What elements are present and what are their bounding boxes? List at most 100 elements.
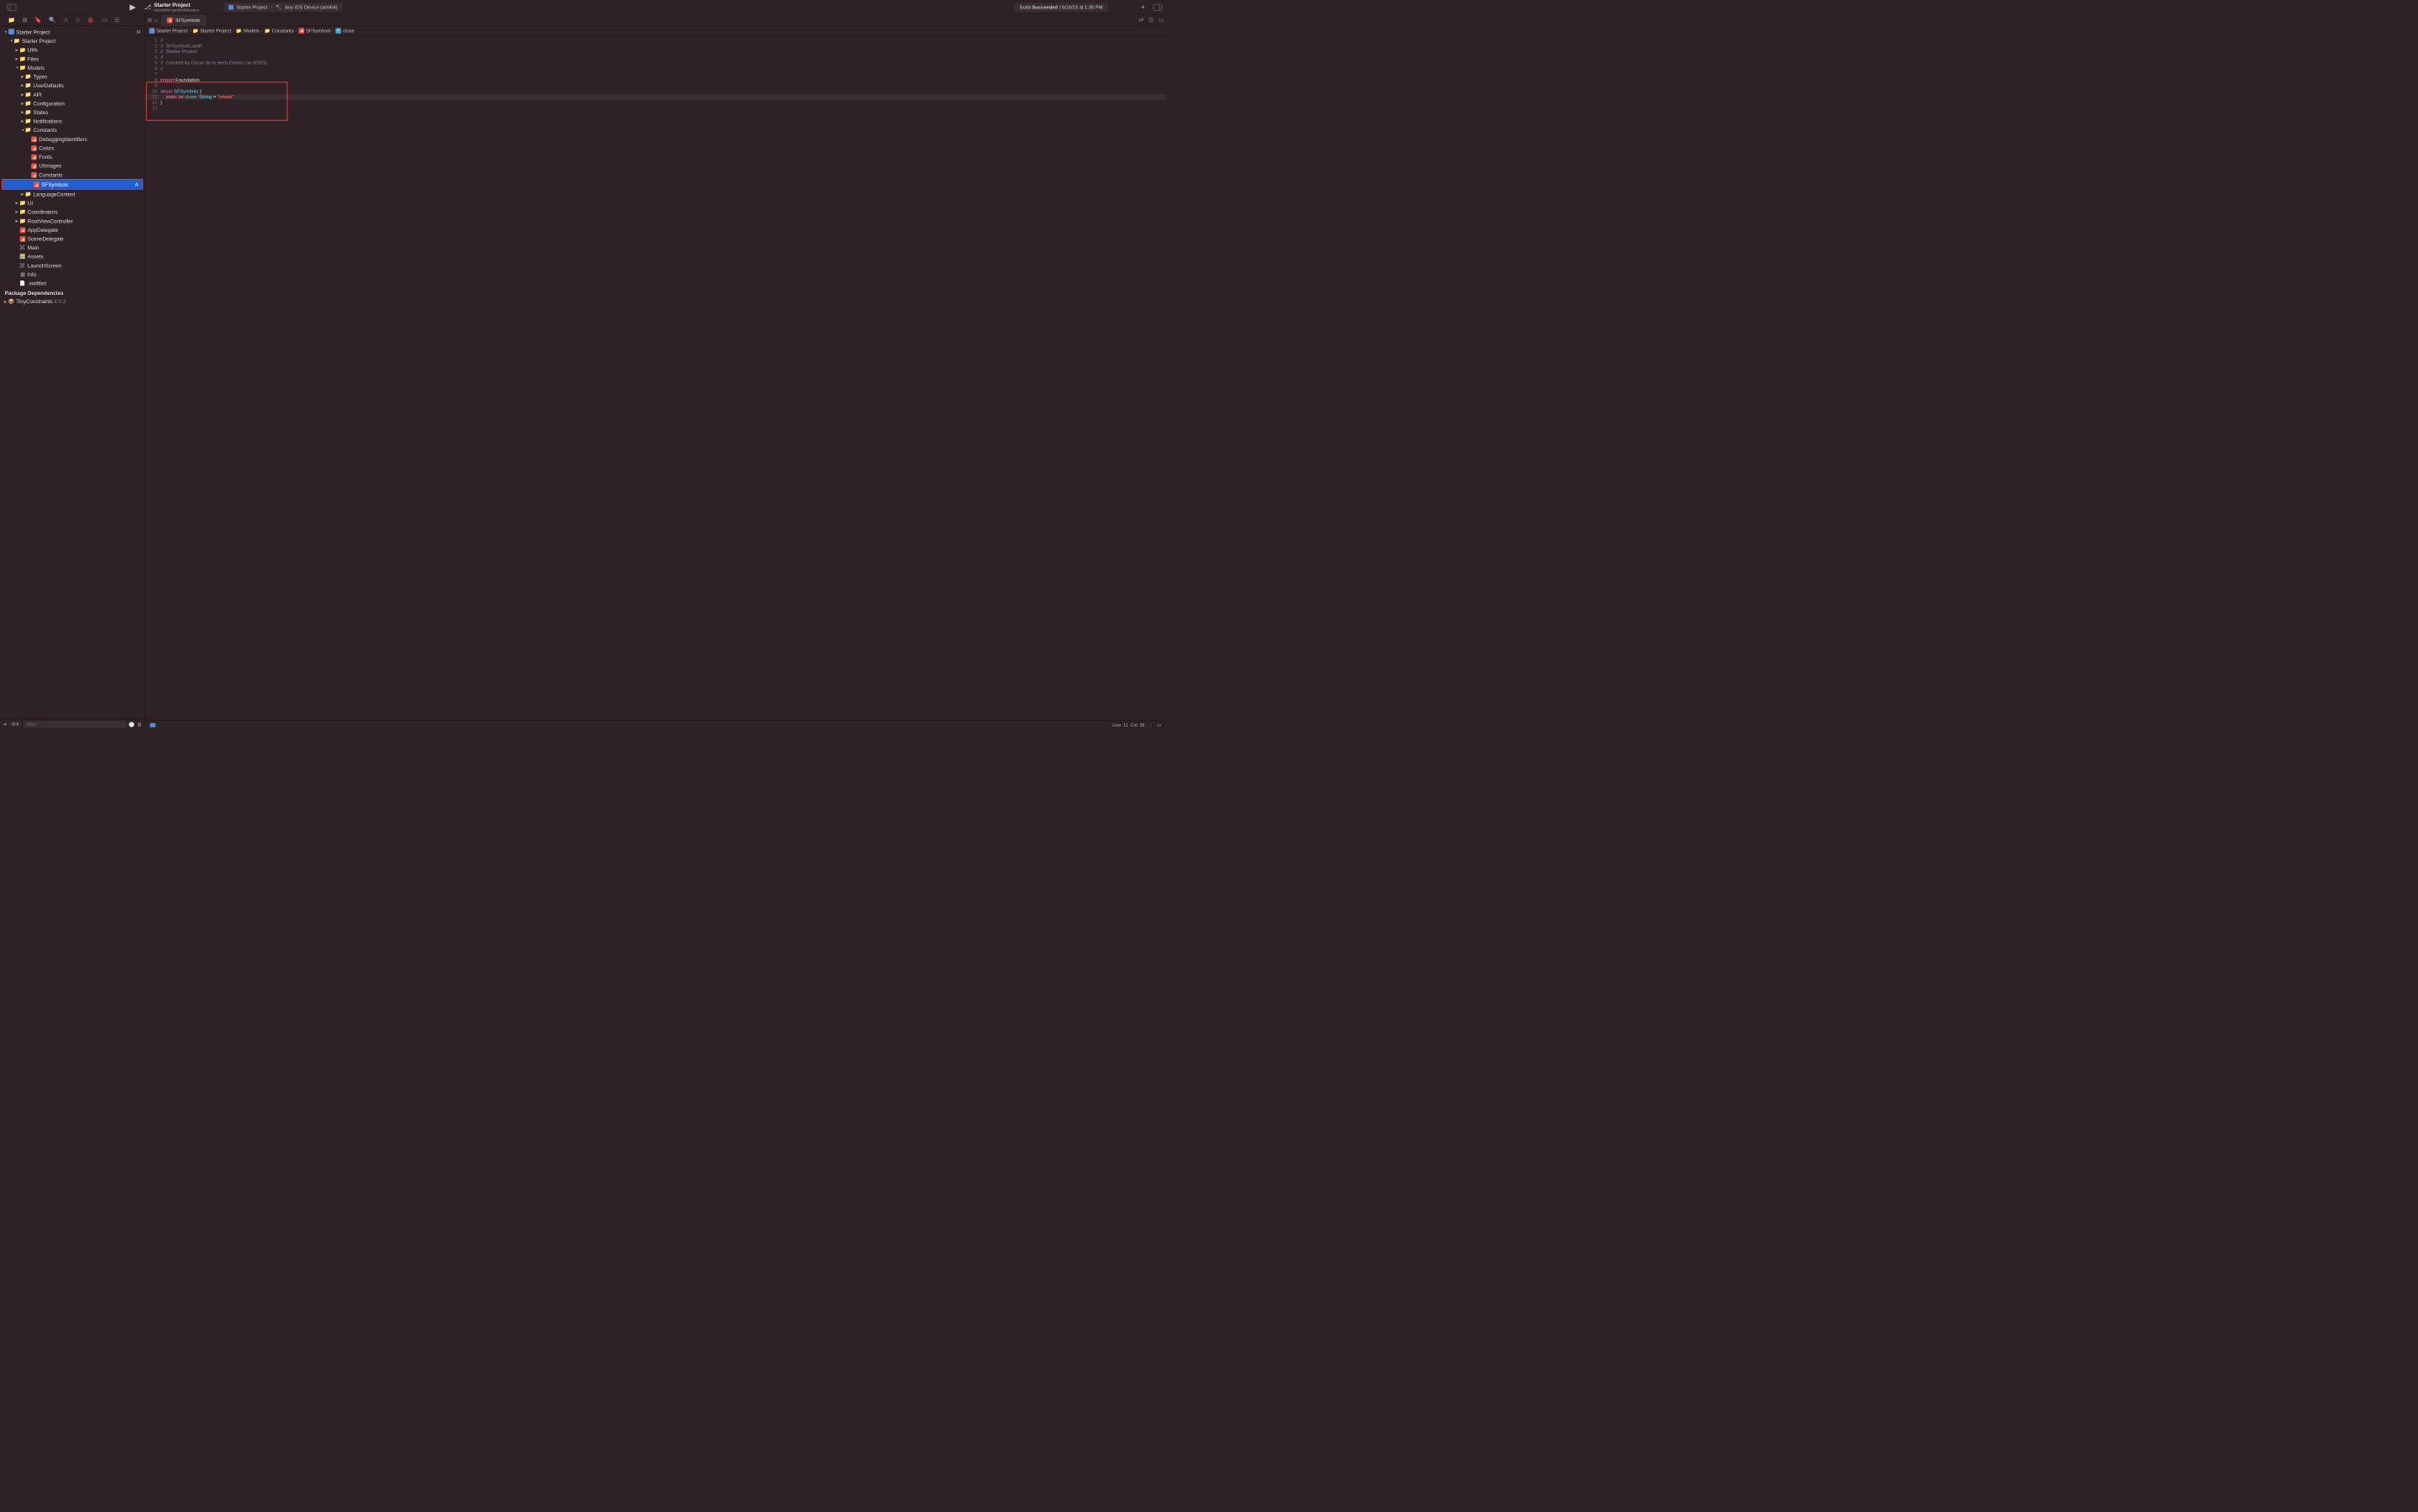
tree-label: Starter Project [22, 38, 55, 44]
jump-seg[interactable]: Models [244, 28, 260, 34]
jump-seg[interactable]: Constants [272, 28, 294, 34]
tree-folder[interactable]: ▼📁Constants [0, 126, 145, 135]
disclosure-icon[interactable]: ▶ [21, 101, 24, 105]
tree-label: Constants [39, 171, 62, 177]
recent-icon[interactable]: 🕘 [129, 722, 134, 727]
right-sidebar-toggle[interactable] [1154, 4, 1163, 11]
tree-file[interactable]: 🖼️Assets [0, 252, 145, 261]
minimap-icon[interactable]: ☰ [1149, 17, 1154, 24]
source-control-tab[interactable]: ⊠ [23, 17, 28, 24]
disclosure-icon[interactable]: ▶ [21, 192, 24, 196]
tree-folder[interactable]: ▶📁UserDefaults [0, 81, 145, 90]
tree-folder[interactable]: ▶📁API [0, 90, 145, 99]
tree-folder[interactable]: ▶📁RootViewController [0, 217, 145, 226]
editor-tab[interactable]: ◢ SFSymbols [161, 14, 206, 26]
add-file-button[interactable]: + [3, 721, 8, 728]
tree-file-selected[interactable]: ◢ SFSymbols A [3, 180, 142, 189]
editor-options-icon[interactable]: ▭ [1159, 17, 1164, 24]
tree-label: UI [28, 200, 33, 206]
changes-icon[interactable]: ⇄ [1138, 17, 1143, 24]
scm-filter-icon[interactable]: ⊞ [137, 722, 141, 727]
bookmarks-tab[interactable]: 🔖 [34, 17, 41, 24]
tree-file[interactable]: ✖️Main [0, 243, 145, 252]
tree-file[interactable]: ◢Constants [0, 171, 145, 180]
folder-icon: 📁 [236, 28, 242, 34]
folder-icon: 📁 [25, 118, 32, 124]
tree-folder[interactable]: ▼ 📁 Starter Project [0, 36, 145, 45]
tree-label: UserDefaults [34, 82, 64, 88]
code-line: // SFSymbols.swift [160, 43, 1166, 49]
breakpoints-tab[interactable]: ▭ [102, 17, 107, 24]
project-navigator-tab[interactable]: 📁 [8, 17, 15, 24]
tree-folder[interactable]: ▶📁Files [0, 55, 145, 64]
project-folder-icon[interactable] [150, 723, 155, 727]
tree-folder[interactable]: ▶📁LanguageContent [0, 190, 145, 199]
disclosure-icon[interactable]: ▶ [15, 56, 18, 60]
run-button[interactable]: ▶ [129, 2, 135, 12]
line-number: 9 [145, 82, 160, 88]
code-editor[interactable]: 1// 2// SFSymbols.swift 3// Starter Proj… [145, 35, 1166, 720]
tree-file[interactable]: ◢Colors [0, 144, 145, 153]
add-button[interactable]: + [1141, 3, 1145, 11]
build-time: 6/16/23 at 1:35 PM [1062, 4, 1103, 10]
forward-button[interactable]: › [156, 17, 158, 24]
tree-folder[interactable]: ▶📁Types [0, 72, 145, 81]
debug-tab[interactable]: 🐞 [87, 17, 94, 24]
tree-folder[interactable]: ▶📁Configuration [0, 99, 145, 108]
line-number: 10 [145, 88, 160, 94]
tree-file[interactable]: ◢UIImages [0, 161, 145, 171]
disclosure-icon[interactable]: ▼ [10, 39, 13, 43]
find-tab[interactable]: 🔍 [49, 17, 55, 24]
disclosure-icon[interactable]: ▶ [21, 92, 24, 97]
jump-seg[interactable]: SFSymbols [306, 28, 331, 34]
disclosure-icon[interactable]: ▶ [15, 48, 18, 52]
tree-file[interactable]: ◢AppDelegate [0, 225, 145, 234]
disclosure-icon[interactable]: ▶ [4, 299, 8, 303]
line-number: 7 [145, 71, 160, 77]
code-line: import Foundation [160, 77, 1166, 83]
tree-folder[interactable]: ▶📁Utils [0, 45, 145, 55]
tree-folder[interactable]: ▶📁Coordinators [0, 207, 145, 217]
filter-toggle[interactable]: ⊜ ▾ [9, 722, 21, 727]
tree-folder[interactable]: ▼📁Models [0, 63, 145, 72]
tree-root[interactable]: ▼ Starter Project M [0, 28, 145, 37]
storyboard-icon: ✖️ [19, 263, 26, 269]
jump-seg[interactable]: Starter Project [200, 28, 231, 34]
package-item[interactable]: ▶ 📦 TinyConstraints 4.0.2 [0, 297, 145, 307]
tree-file[interactable]: 📄.swiftlint [0, 279, 145, 288]
jump-seg[interactable]: close [343, 28, 355, 34]
hammer-icon: 🔨 [276, 4, 281, 10]
tree-folder[interactable]: ▶📁States [0, 108, 145, 117]
disclosure-icon[interactable]: ▶ [15, 218, 18, 223]
jump-bar[interactable]: Starter Project› 📁Starter Project› 📁Mode… [145, 26, 1166, 36]
jump-seg[interactable]: Starter Project [156, 28, 187, 34]
scheme-selector[interactable]: Starter Project › 🔨 Any iOS Device (arm6… [223, 3, 342, 12]
issues-tab[interactable]: ⚠ [63, 17, 68, 24]
disclosure-icon[interactable]: ▶ [21, 75, 24, 79]
reports-tab[interactable]: ☰ [114, 17, 119, 24]
related-items-icon[interactable]: ⊞ [148, 17, 152, 24]
project-info[interactable]: Starter Project tutorial/sf-symbols/basi… [154, 2, 199, 13]
package-icon: 📦 [8, 298, 15, 305]
filter-input[interactable] [24, 721, 127, 728]
disclosure-icon[interactable]: ▼ [15, 66, 18, 70]
tree-file[interactable]: ✖️LaunchScreen [0, 261, 145, 270]
tree-folder[interactable]: ▶📁Notifications [0, 117, 145, 126]
disclosure-icon[interactable]: ▼ [4, 30, 8, 34]
disclosure-icon[interactable]: ▶ [21, 110, 24, 114]
tree-file[interactable]: ◢Fonts [0, 152, 145, 161]
left-sidebar-toggle[interactable] [8, 4, 17, 11]
disclosure-icon[interactable]: ▶ [21, 83, 24, 87]
tree-file[interactable]: ◢SceneDelegate [0, 234, 145, 244]
disclosure-icon[interactable]: ▼ [21, 128, 24, 132]
disclosure-icon[interactable]: ▶ [21, 119, 24, 123]
swift-icon: ◢ [34, 182, 39, 188]
build-status[interactable]: Build Succeeded | 6/16/23 at 1:35 PM [1014, 3, 1108, 12]
tree-file[interactable]: ▦Info [0, 270, 145, 279]
canvas-icon[interactable]: ▭ [1157, 722, 1161, 727]
disclosure-icon[interactable]: ▶ [15, 210, 18, 214]
tests-tab[interactable]: ◇ [76, 17, 80, 24]
tree-folder[interactable]: ▶📁UI [0, 198, 145, 207]
tree-file[interactable]: ◢DebuggingIdentifiers [0, 134, 145, 144]
disclosure-icon[interactable]: ▶ [15, 201, 18, 205]
